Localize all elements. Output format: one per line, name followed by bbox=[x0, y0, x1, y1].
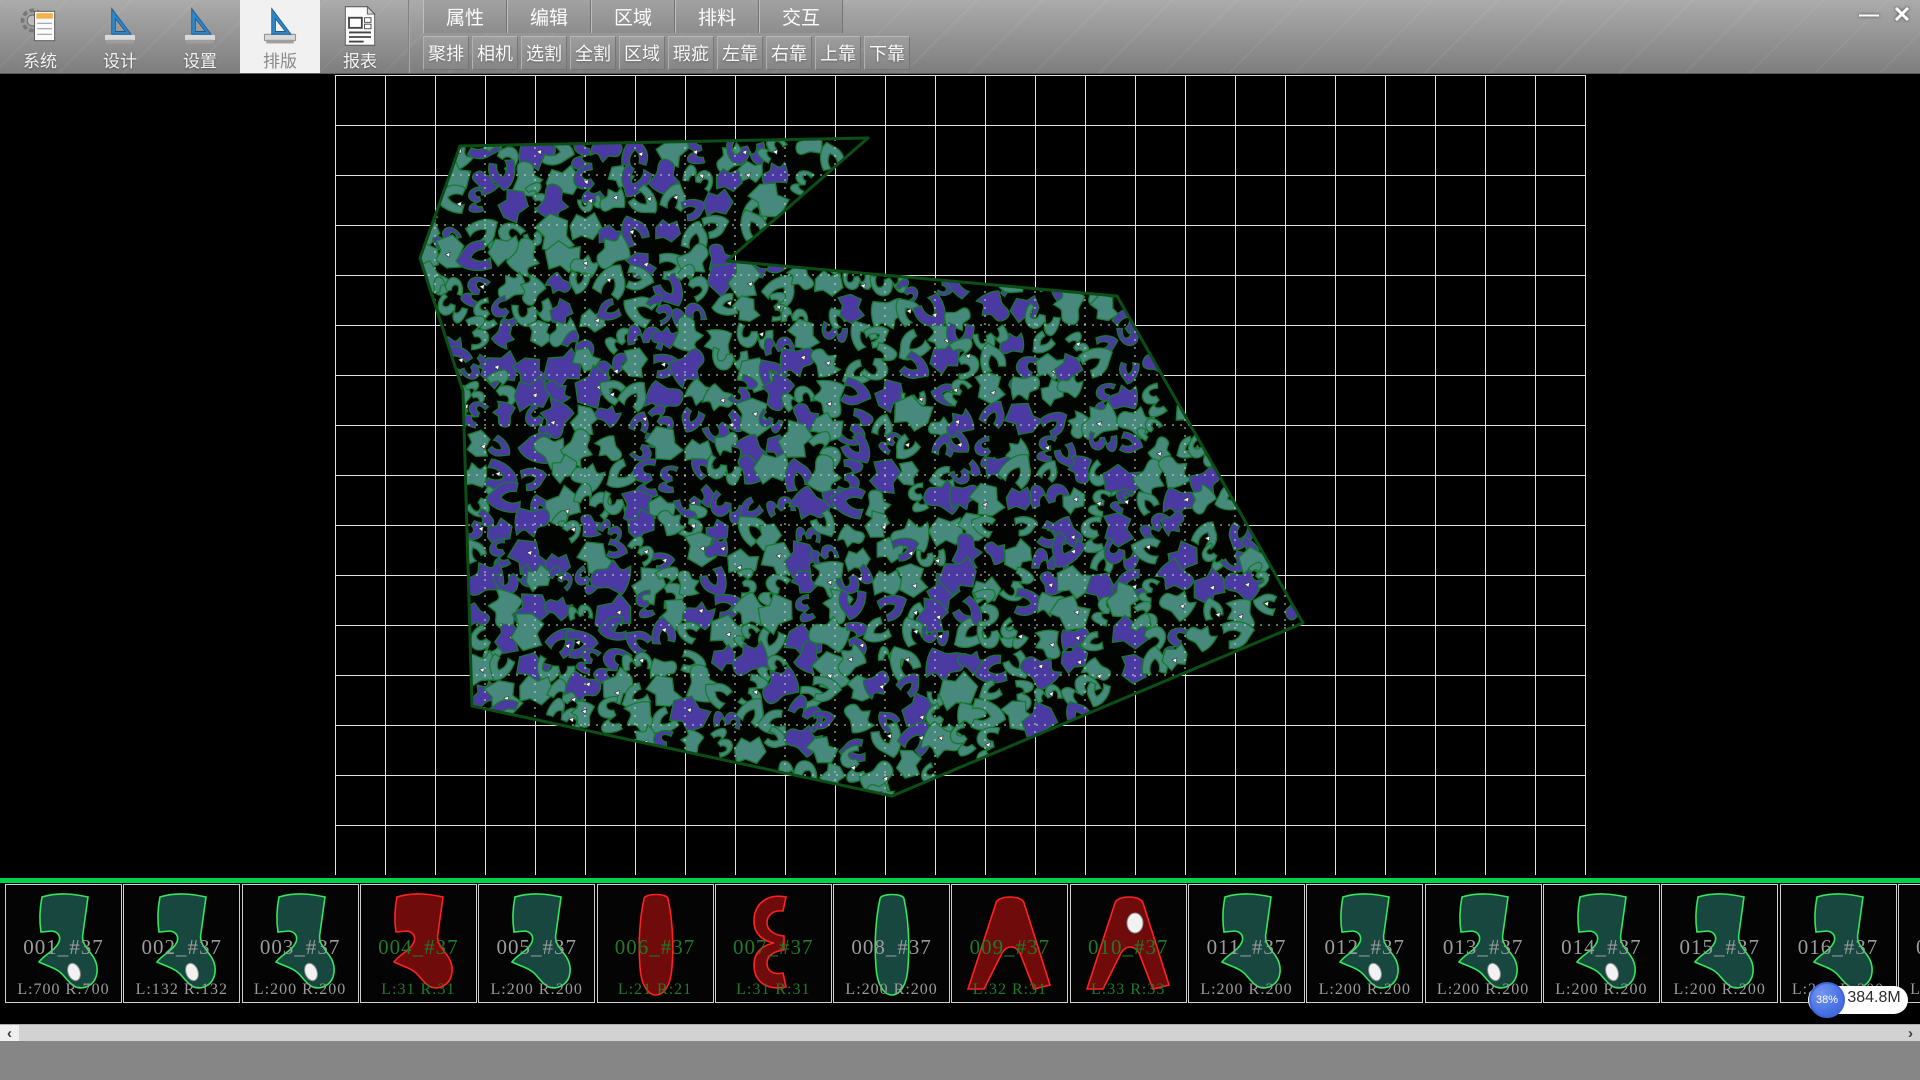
thumbnail-cell[interactable]: 004_#37 L:31 R:31 bbox=[360, 884, 477, 1003]
piece-lr-count: L:33 R:33 bbox=[1071, 981, 1186, 999]
thumbnail-cell[interactable]: 012_#37 L:200 R:200 bbox=[1306, 884, 1423, 1003]
settings-button[interactable]: 设置 bbox=[160, 0, 240, 73]
piece-name: 007_#37 bbox=[716, 935, 831, 960]
progress-percent: 38% bbox=[1816, 994, 1838, 1006]
thumbnail-cell[interactable]: 007_#37 L:31 R:31 bbox=[715, 884, 832, 1003]
piece-lr-count: L:200 R:200 bbox=[1189, 981, 1304, 999]
menu-tab-bar: 属性 编辑 区域 排料 交互 bbox=[423, 0, 843, 33]
status-bar bbox=[0, 1041, 1920, 1080]
camera-button[interactable]: 相机 bbox=[472, 36, 518, 70]
tool-button-row: 聚排 相机 选割 全割 区域 瑕疵 左靠 右靠 上靠 下靠 bbox=[423, 36, 910, 70]
piece-name: 011_#37 bbox=[1189, 935, 1304, 960]
piece-name: 015_#37 bbox=[1662, 935, 1777, 960]
piece-lr-count: L:200 R:200 bbox=[1662, 981, 1777, 999]
select-cut-button[interactable]: 选割 bbox=[521, 36, 567, 70]
tab-properties[interactable]: 属性 bbox=[423, 0, 507, 33]
piece-name: 006_#37 bbox=[598, 935, 713, 960]
settings-button-label: 设置 bbox=[183, 47, 217, 72]
thumbnail-cell[interactable]: 005_#37 L:200 R:200 bbox=[478, 884, 595, 1003]
system-button-label: 系统 bbox=[23, 47, 57, 72]
piece-lr-count: L:200 R:200 bbox=[1307, 981, 1422, 999]
notch-mark bbox=[452, 422, 457, 427]
piece-name: 010_#37 bbox=[1071, 935, 1186, 960]
piece-name: 012_#37 bbox=[1307, 935, 1422, 960]
thumbnail-cell[interactable]: 013_#37 L:200 R:200 bbox=[1425, 884, 1542, 1003]
piece-lr-count: L:200 R:200 bbox=[243, 981, 358, 999]
toolbar-divider bbox=[408, 0, 410, 73]
set-square-icon bbox=[258, 4, 302, 46]
piece-name: 004_#37 bbox=[361, 935, 476, 960]
align-top-button[interactable]: 上靠 bbox=[815, 36, 861, 70]
design-button[interactable]: 设计 bbox=[80, 0, 160, 73]
nesting-button-label: 排版 bbox=[263, 47, 297, 72]
horizontal-scrollbar[interactable]: ‹ › bbox=[0, 1024, 1920, 1041]
design-button-label: 设计 bbox=[103, 47, 137, 72]
set-square-icon bbox=[178, 4, 222, 46]
piece-lr-count: L:200 R:200 bbox=[1544, 981, 1659, 999]
piece-lr-count: L:132 R:132 bbox=[124, 981, 239, 999]
thumbnail-cell[interactable]: 014_#37 L:200 R:200 bbox=[1543, 884, 1660, 1003]
piece-hole bbox=[1127, 913, 1143, 933]
scroll-left-button[interactable]: ‹ bbox=[0, 1025, 19, 1042]
piece-name: 003_#37 bbox=[243, 935, 358, 960]
nested-piece[interactable] bbox=[440, 440, 466, 462]
align-bottom-button[interactable]: 下靠 bbox=[864, 36, 910, 70]
gear-document-icon bbox=[18, 4, 62, 46]
minimize-button[interactable]: — bbox=[1854, 2, 1884, 28]
region-button[interactable]: 区域 bbox=[619, 36, 665, 70]
piece-lr-count: L:200 R:200 bbox=[479, 981, 594, 999]
report-document-icon bbox=[338, 4, 382, 46]
defect-button[interactable]: 瑕疵 bbox=[668, 36, 714, 70]
set-square-icon bbox=[98, 4, 142, 46]
nested-piece[interactable] bbox=[795, 131, 823, 155]
piece-name: 017_#37 bbox=[1899, 935, 1920, 960]
tab-interaction[interactable]: 交互 bbox=[759, 0, 843, 33]
report-button[interactable]: 报表 bbox=[320, 0, 400, 73]
report-button-label: 报表 bbox=[343, 47, 377, 72]
close-button[interactable]: ✕ bbox=[1887, 2, 1917, 28]
align-left-button[interactable]: 左靠 bbox=[717, 36, 763, 70]
piece-name: 013_#37 bbox=[1426, 935, 1541, 960]
toolbar: 系统 设计 设置 排版 报表 属性 编辑 区域 排料 交互 聚排 相机 选割 全… bbox=[0, 0, 1920, 74]
tab-nesting[interactable]: 排料 bbox=[675, 0, 759, 33]
thumbnail-cell[interactable]: 002_#37 L:132 R:132 bbox=[123, 884, 240, 1003]
piece-name: 005_#37 bbox=[479, 935, 594, 960]
main-icon-bar: 系统 设计 设置 排版 报表 bbox=[0, 0, 400, 73]
piece-name: 016_#37 bbox=[1781, 935, 1896, 960]
piece-name: 001_#37 bbox=[6, 935, 121, 960]
piece-name: 009_#37 bbox=[952, 935, 1067, 960]
thumbnail-cell[interactable]: 003_#37 L:200 R:200 bbox=[242, 884, 359, 1003]
thumbnail-cell[interactable]: 006_#37 L:21 R:21 bbox=[597, 884, 714, 1003]
piece-lr-count: L:200 R:200 bbox=[1426, 981, 1541, 999]
nesting-button[interactable]: 排版 bbox=[240, 0, 320, 73]
thumbnail-cell[interactable]: 011_#37 L:200 R:200 bbox=[1188, 884, 1305, 1003]
nesting-workspace bbox=[0, 74, 1920, 878]
thumbnail-cell[interactable]: 001_#37 L:700 R:700 bbox=[5, 884, 122, 1003]
piece-name: 008_#37 bbox=[834, 935, 949, 960]
piece-thumbnail-strip: 001_#37L:700 R:700002_#37L:132 R:132003_… bbox=[0, 878, 1920, 1007]
piece-lr-count: L:31 R:31 bbox=[361, 981, 476, 999]
piece-lr-count: L:21 R:21 bbox=[598, 981, 713, 999]
piece-lr-count: L:200 R:200 bbox=[834, 981, 949, 999]
cut-all-button[interactable]: 全割 bbox=[570, 36, 616, 70]
thumbnail-cell[interactable]: 017_#37L:200 R:200 bbox=[1898, 884, 1920, 1003]
thumbnail-cell[interactable]: 015_#37 L:200 R:200 bbox=[1661, 884, 1778, 1003]
system-button[interactable]: 系统 bbox=[0, 0, 80, 73]
scroll-right-button[interactable]: › bbox=[1901, 1025, 1920, 1042]
piece-name: 014_#37 bbox=[1544, 935, 1659, 960]
tab-region[interactable]: 区域 bbox=[591, 0, 675, 33]
nesting-canvas[interactable] bbox=[335, 75, 1586, 875]
thumbnail-cell[interactable]: 008_#37 L:200 R:200 bbox=[833, 884, 950, 1003]
memory-value: 384.8M bbox=[1846, 989, 1902, 1007]
thumbnail-cell[interactable]: 010_#37 L:33 R:33 bbox=[1070, 884, 1187, 1003]
thumbnail-cell[interactable]: 009_#37 L:32 R:31 bbox=[951, 884, 1068, 1003]
piece-lr-count: L:31 R:31 bbox=[716, 981, 831, 999]
progress-badge: 38% bbox=[1809, 982, 1845, 1018]
tab-edit[interactable]: 编辑 bbox=[507, 0, 591, 33]
piece-lr-count: L:32 R:31 bbox=[952, 981, 1067, 999]
piece-lr-count: L:700 R:700 bbox=[6, 981, 121, 999]
align-right-button[interactable]: 右靠 bbox=[766, 36, 812, 70]
cluster-nest-button[interactable]: 聚排 bbox=[423, 36, 469, 70]
piece-name: 002_#37 bbox=[124, 935, 239, 960]
